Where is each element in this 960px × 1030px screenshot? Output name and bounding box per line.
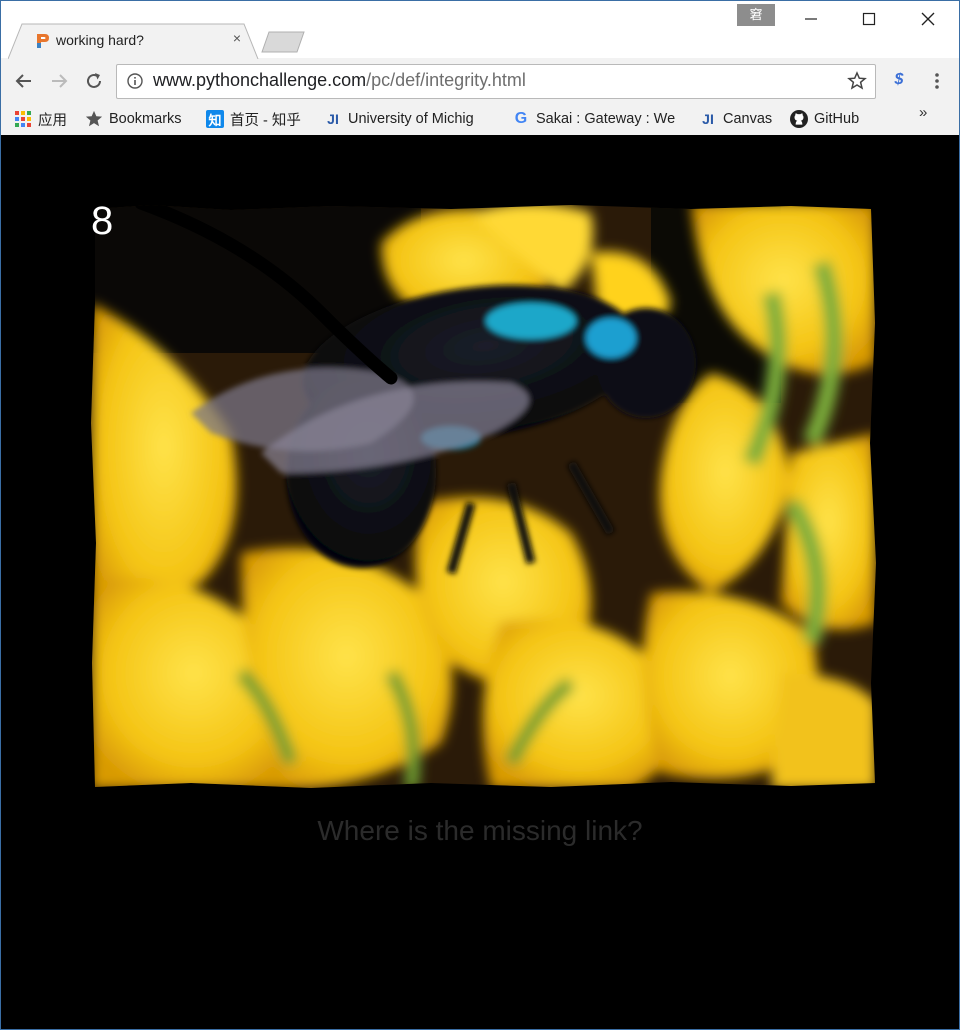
maximize-icon bbox=[862, 12, 876, 26]
forward-arrow-icon bbox=[52, 74, 68, 88]
reload-icon bbox=[87, 73, 101, 88]
page-content: 8 Where is the missing link? bbox=[1, 135, 959, 1029]
apps-grid-icon bbox=[14, 110, 32, 128]
star-icon bbox=[85, 110, 103, 128]
ji-icon: JI bbox=[327, 111, 339, 127]
bookmark-label: University of Michig bbox=[348, 111, 474, 127]
back-button[interactable] bbox=[12, 69, 36, 93]
bookmarks-bar: 应用 Bookmarks 知 首页 - 知乎 JI University of … bbox=[0, 104, 960, 134]
bookmark-canvas[interactable]: JI Canvas bbox=[699, 107, 779, 131]
close-icon bbox=[921, 12, 935, 26]
url-host: www.pythonchallenge.com bbox=[153, 70, 367, 90]
minimize-button[interactable] bbox=[782, 0, 840, 38]
browser-chrome: 窘 working hard? × www.pythonchallenge.co… bbox=[0, 0, 960, 136]
bookmark-apps[interactable]: 应用 bbox=[14, 107, 74, 131]
bookmark-sakai[interactable]: G Sakai : Gateway : We bbox=[512, 107, 684, 131]
bookmark-label: GitHub bbox=[814, 111, 860, 127]
url-path: /pc/def/integrity.html bbox=[366, 70, 526, 90]
tab-close-icon[interactable]: × bbox=[230, 30, 244, 46]
back-arrow-icon bbox=[15, 74, 31, 88]
bookmark-label: Sakai : Gateway : We bbox=[536, 111, 676, 127]
bookmark-github[interactable]: GitHub bbox=[790, 107, 880, 131]
new-tab-button[interactable] bbox=[261, 31, 305, 53]
profile-badge[interactable]: 窘 bbox=[737, 4, 775, 26]
toolbar: www.pythonchallenge.com/pc/def/integrity… bbox=[0, 58, 960, 104]
maximize-button[interactable] bbox=[840, 0, 898, 38]
page-caption: Where is the missing link? bbox=[317, 815, 643, 846]
bee-flower-image[interactable] bbox=[91, 203, 876, 789]
address-bar[interactable]: www.pythonchallenge.com/pc/def/integrity… bbox=[116, 64, 876, 99]
bookmarks-overflow-button[interactable]: » bbox=[919, 104, 927, 121]
python-challenge-icon bbox=[34, 33, 50, 49]
ji-icon: JI bbox=[702, 111, 714, 127]
google-icon: G bbox=[514, 110, 528, 127]
tab-title: working hard? bbox=[56, 32, 144, 48]
bookmark-star-icon[interactable] bbox=[847, 71, 867, 91]
bookmark-bookmarks[interactable]: Bookmarks bbox=[85, 107, 195, 131]
bookmark-zhihu[interactable]: 知 首页 - 知乎 bbox=[206, 107, 312, 131]
kebab-menu-icon[interactable] bbox=[929, 71, 945, 91]
bookmark-label: Canvas bbox=[723, 111, 773, 127]
info-icon[interactable] bbox=[127, 73, 143, 89]
level-number: 8 bbox=[91, 199, 114, 243]
bookmark-label: 应用 bbox=[38, 112, 67, 129]
zhihu-icon: 知 bbox=[206, 110, 224, 128]
tab-working-hard[interactable]: working hard? × bbox=[8, 23, 259, 59]
close-window-button[interactable] bbox=[899, 0, 957, 38]
url-text[interactable]: www.pythonchallenge.com/pc/def/integrity… bbox=[153, 70, 526, 91]
github-icon bbox=[790, 110, 808, 128]
bookmark-label: Bookmarks bbox=[109, 111, 182, 127]
extension-icon[interactable]: $ bbox=[889, 71, 909, 91]
bookmark-label: 首页 - 知乎 bbox=[230, 112, 301, 129]
forward-button[interactable] bbox=[47, 69, 71, 93]
title-bar: 窘 working hard? × bbox=[0, 0, 960, 59]
minimize-icon bbox=[805, 18, 817, 20]
bookmark-umich[interactable]: JI University of Michig bbox=[324, 107, 494, 131]
reload-button[interactable] bbox=[82, 69, 106, 93]
